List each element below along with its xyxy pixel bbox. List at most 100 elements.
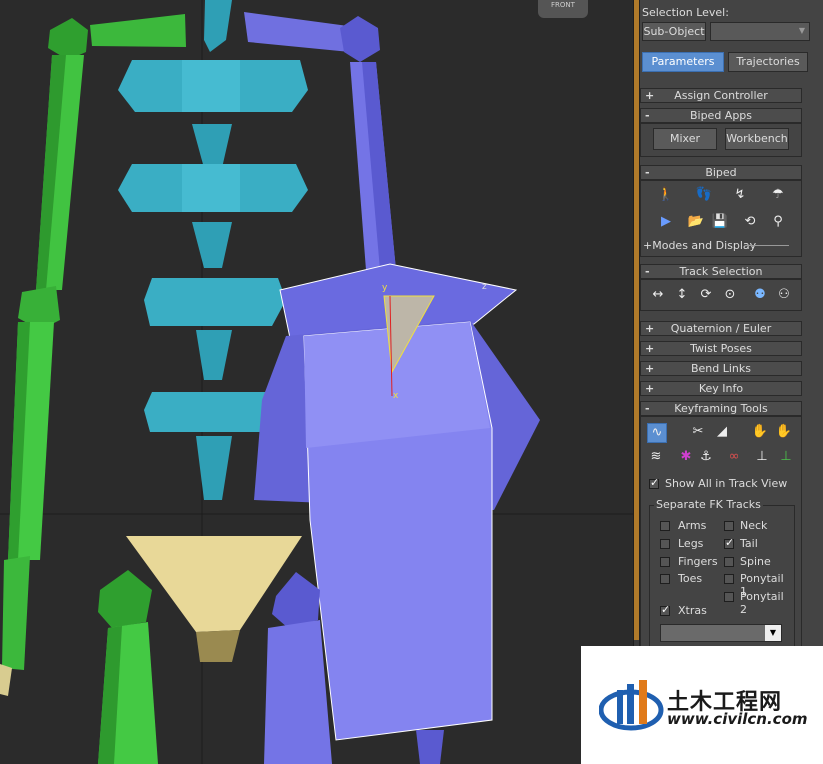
modes-and-display-divider (745, 245, 789, 246)
fingers-checkbox[interactable] (660, 557, 670, 567)
rollout-sign: - (645, 265, 650, 278)
opposite-icon[interactable]: ⚇ (775, 286, 793, 304)
rollout-sign: + (645, 342, 655, 355)
left-arm-bone[interactable] (0, 14, 186, 696)
rollout-key-info[interactable]: + Key Info (640, 381, 802, 396)
sub-object-button[interactable]: Sub-Object (642, 22, 706, 41)
rollout-title: Bend Links (690, 362, 752, 375)
tab-trajectories[interactable]: Trajectories (728, 52, 808, 72)
toes-label: Toes (678, 572, 703, 585)
convert-icon[interactable]: ⟲ (741, 213, 759, 231)
rollout-title: Biped (705, 166, 737, 179)
show-all-in-track-view-checkbox[interactable]: ✓ (649, 476, 659, 489)
set-parents-icon[interactable]: ✱ (677, 448, 695, 466)
modes-and-display-label[interactable]: +Modes and Display (643, 239, 756, 252)
rollout-biped[interactable]: - Biped (640, 165, 802, 180)
rollout-sign: + (645, 382, 655, 395)
move-all-mode-icon[interactable]: ⚲ (769, 213, 787, 231)
rollout-assign-controller[interactable]: + Assign Controller (640, 88, 802, 103)
left-leg-bone[interactable] (98, 570, 158, 764)
anim-trajectory-icon[interactable]: ≋ (647, 448, 665, 466)
right-arm-bone[interactable] (244, 12, 396, 270)
arms-label: Arms (678, 519, 707, 532)
viewport-label[interactable]: FRONT (538, 0, 588, 18)
rollout-twist-poses[interactable]: + Twist Poses (640, 341, 802, 356)
footstep-mode-icon[interactable]: 👣 (695, 186, 713, 204)
xtras-checkbox[interactable]: ✓ (660, 603, 670, 616)
symmetrical-icon[interactable]: ⚉ (751, 286, 769, 304)
rollout-keyframing-tools[interactable]: - Keyframing Tools (640, 401, 802, 416)
separate-fk-tracks-group: Separate FK Tracks Arms Legs Fingers Toe… (649, 498, 795, 649)
rollout-sign: - (645, 166, 650, 179)
set-multiple-keys-icon[interactable]: ∿ (647, 423, 667, 443)
pivot-keys-icon[interactable]: ∞ (725, 448, 743, 466)
neck-checkbox[interactable] (724, 521, 734, 531)
front-viewport[interactable]: y z x FRONT (0, 0, 633, 764)
ponytail-2-label: Ponytail 2 (740, 590, 784, 616)
gizmo-axis-z: z (482, 282, 487, 292)
ponytail-2-checkbox[interactable] (724, 592, 734, 602)
rollout-title: Twist Poses (690, 342, 752, 355)
chevron-down-icon[interactable]: ▼ (765, 625, 781, 641)
xtras-label: Xtras (678, 604, 707, 617)
rollout-track-selection[interactable]: - Track Selection (640, 264, 802, 279)
gizmo-axis-x: x (393, 391, 399, 401)
rollout-quaternion-euler[interactable]: + Quaternion / Euler (640, 321, 802, 336)
workbench-button[interactable]: Workbench (725, 128, 789, 150)
watermark-url: www.civilcn.com (667, 710, 808, 728)
pelvis-bone[interactable] (126, 536, 302, 632)
anchor-icon[interactable]: ⚓ (697, 448, 715, 466)
tail-checkbox[interactable]: ✓ (724, 536, 735, 549)
biped-playback-icon[interactable]: ▶ (657, 213, 675, 231)
tail-label: Tail (740, 537, 758, 550)
planted-key-icon[interactable]: ⊥ (753, 448, 771, 466)
spine-checkbox[interactable] (724, 557, 734, 567)
viewport-scene: y z x (0, 0, 633, 764)
mirror-icon[interactable]: ✋ (751, 423, 769, 441)
check-icon: ✓ (725, 536, 735, 549)
legs-label: Legs (678, 537, 704, 550)
ponytail-1-checkbox[interactable] (724, 574, 734, 584)
sliding-key-icon[interactable]: ⊥ (777, 448, 795, 466)
clear-selected-tracks-icon[interactable]: ✂ (689, 423, 707, 441)
body-horizontal-icon[interactable]: ↔ (649, 286, 667, 304)
rollout-title: Track Selection (679, 265, 763, 278)
rollout-title: Key Info (698, 382, 744, 395)
rollout-title: Assign Controller (674, 89, 768, 102)
save-file-icon[interactable]: 💾 (711, 213, 729, 231)
separate-fk-tracks-title: Separate FK Tracks (654, 498, 763, 511)
rollout-sign: + (645, 362, 655, 375)
rollout-title: Keyframing Tools (674, 402, 768, 415)
rollout-biped-apps[interactable]: - Biped Apps (640, 108, 802, 123)
body-vertical-icon[interactable]: ↕ (673, 286, 691, 304)
mixer-button[interactable]: Mixer (653, 128, 717, 150)
lock-cog-icon[interactable]: ⊙ (721, 286, 739, 304)
track-selection-group: ↔ ↕ ⟳ ⊙ ⚉ ⚇ (640, 279, 802, 311)
toes-checkbox[interactable] (660, 574, 670, 584)
gizmo-axis-y: y (382, 283, 388, 293)
load-file-icon[interactable]: 📂 (687, 213, 705, 231)
mixer-mode-icon[interactable]: ☂ (769, 186, 787, 204)
mirror-in-place-icon[interactable]: ✋ (775, 423, 793, 441)
rollout-sign: - (645, 109, 650, 122)
figure-mode-icon[interactable]: 🚶 (657, 186, 675, 204)
rollout-title: Quaternion / Euler (670, 322, 772, 335)
arms-checkbox[interactable] (660, 521, 670, 531)
site-watermark: 土木工程网 www.civilcn.com (581, 646, 823, 764)
motion-flow-icon[interactable]: ↯ (731, 186, 749, 204)
rollout-sign: - (645, 402, 650, 415)
legs-checkbox[interactable] (660, 539, 670, 549)
xtras-dropdown[interactable]: ▼ (660, 624, 782, 642)
rollout-bend-links[interactable]: + Bend Links (640, 361, 802, 376)
rollout-title: Biped Apps (689, 109, 753, 122)
body-rotation-icon[interactable]: ⟳ (697, 286, 715, 304)
rollout-sign: + (645, 322, 655, 335)
biped-group: 🚶 👣 ↯ ☂ ▶ 📂 💾 ⟲ ⚲ +Modes and Display (640, 180, 802, 257)
neck-label: Neck (740, 519, 768, 532)
tab-parameters[interactable]: Parameters (642, 52, 724, 72)
show-all-in-track-view-label: Show All in Track View (665, 477, 788, 490)
clear-all-animation-icon[interactable]: ◢ (713, 423, 731, 441)
sub-object-dropdown[interactable]: ▼ (710, 22, 810, 41)
panel-scroll-thumb[interactable] (634, 0, 639, 640)
biped-apps-group: Mixer Workbench (640, 123, 802, 157)
